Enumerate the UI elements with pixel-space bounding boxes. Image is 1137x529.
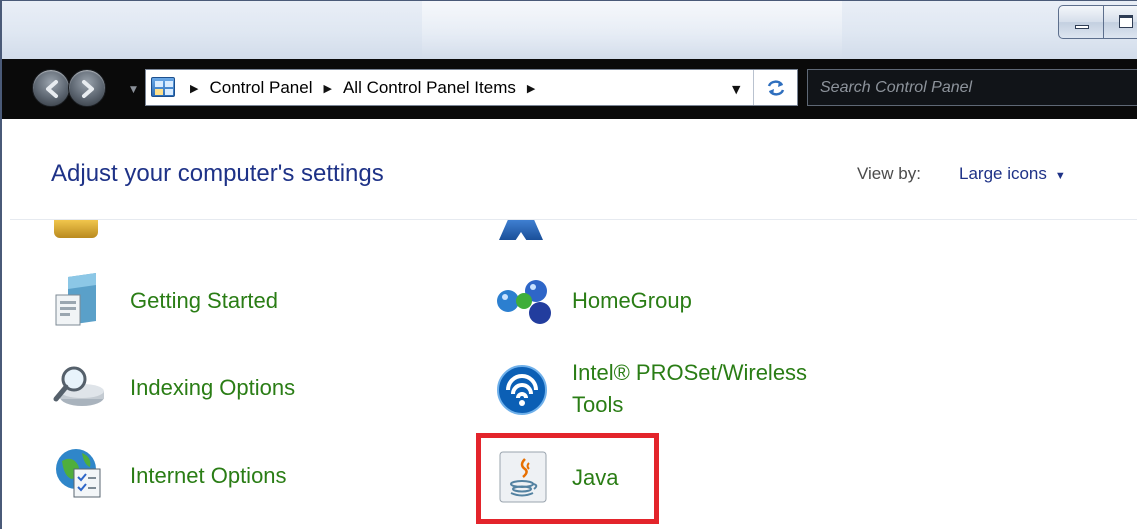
- title-bar-glow: [422, 1, 842, 59]
- indexing-options-icon[interactable]: [52, 365, 106, 415]
- intel-wireless-icon[interactable]: [496, 364, 548, 420]
- internet-options-icon[interactable]: [54, 447, 104, 503]
- refresh-button[interactable]: [753, 70, 797, 105]
- breadcrumb-control-panel[interactable]: Control Panel: [209, 78, 312, 98]
- maximize-button[interactable]: [1103, 5, 1137, 39]
- internet-options-link[interactable]: Internet Options: [130, 460, 287, 492]
- view-by-value[interactable]: Large icons: [959, 164, 1047, 183]
- getting-started-label[interactable]: Getting Started: [130, 285, 278, 317]
- header-divider: [10, 219, 1137, 220]
- control-panel-icon: [151, 77, 175, 97]
- breadcrumb-arrow-icon[interactable]: ▶: [527, 82, 535, 95]
- fonts-icon[interactable]: [499, 220, 543, 240]
- maximize-icon: [1119, 15, 1133, 28]
- getting-started-link[interactable]: Getting Started: [130, 285, 278, 317]
- homegroup-link[interactable]: HomeGroup: [572, 285, 692, 317]
- minimize-icon: [1075, 25, 1089, 29]
- refresh-icon: [767, 80, 785, 96]
- view-by-dropdown[interactable]: Large icons ▼: [959, 164, 1066, 184]
- address-history-dropdown-icon[interactable]: ▼: [732, 83, 740, 96]
- breadcrumb-arrow-icon[interactable]: ▶: [190, 82, 198, 95]
- getting-started-icon[interactable]: [54, 273, 100, 335]
- folder-icon[interactable]: [54, 220, 98, 238]
- internet-options-label[interactable]: Internet Options: [130, 460, 287, 492]
- forward-arrow-icon: [82, 80, 94, 98]
- back-button[interactable]: [32, 69, 70, 107]
- title-bar[interactable]: [2, 1, 1137, 59]
- address-bar[interactable]: ▶ Control Panel ▶ All Control Panel Item…: [145, 69, 798, 106]
- navigation-bar: ▼ ▶ Control Panel ▶ All Control Panel It…: [2, 59, 1137, 119]
- recent-pages-dropdown-icon[interactable]: ▼: [130, 85, 137, 95]
- view-by-label: View by:: [857, 164, 921, 183]
- back-arrow-icon: [46, 80, 58, 98]
- homegroup-label[interactable]: HomeGroup: [572, 285, 692, 317]
- forward-button[interactable]: [68, 69, 106, 107]
- page-title: Adjust your computer's settings: [51, 160, 384, 187]
- search-box[interactable]: [807, 69, 1137, 106]
- dropdown-arrow-icon[interactable]: ▼: [1055, 170, 1066, 182]
- java-highlight-box: [476, 433, 659, 524]
- indexing-options-link[interactable]: Indexing Options: [130, 372, 295, 404]
- breadcrumb: ▶ Control Panel ▶ All Control Panel Item…: [190, 78, 546, 98]
- minimize-button[interactable]: [1058, 5, 1104, 39]
- intel-wireless-link[interactable]: Intel® PROSet/Wireless Tools: [572, 357, 807, 421]
- control-panel-window: ▼ ▶ Control Panel ▶ All Control Panel It…: [0, 0, 1137, 529]
- intel-wireless-label-line1[interactable]: Intel® PROSet/Wireless: [572, 357, 807, 389]
- indexing-options-label[interactable]: Indexing Options: [130, 372, 295, 404]
- search-input[interactable]: [808, 70, 1137, 105]
- breadcrumb-arrow-icon[interactable]: ▶: [323, 82, 331, 95]
- intel-wireless-label-line2[interactable]: Tools: [572, 389, 623, 421]
- homegroup-icon[interactable]: [496, 277, 556, 331]
- breadcrumb-all-items[interactable]: All Control Panel Items: [343, 78, 516, 98]
